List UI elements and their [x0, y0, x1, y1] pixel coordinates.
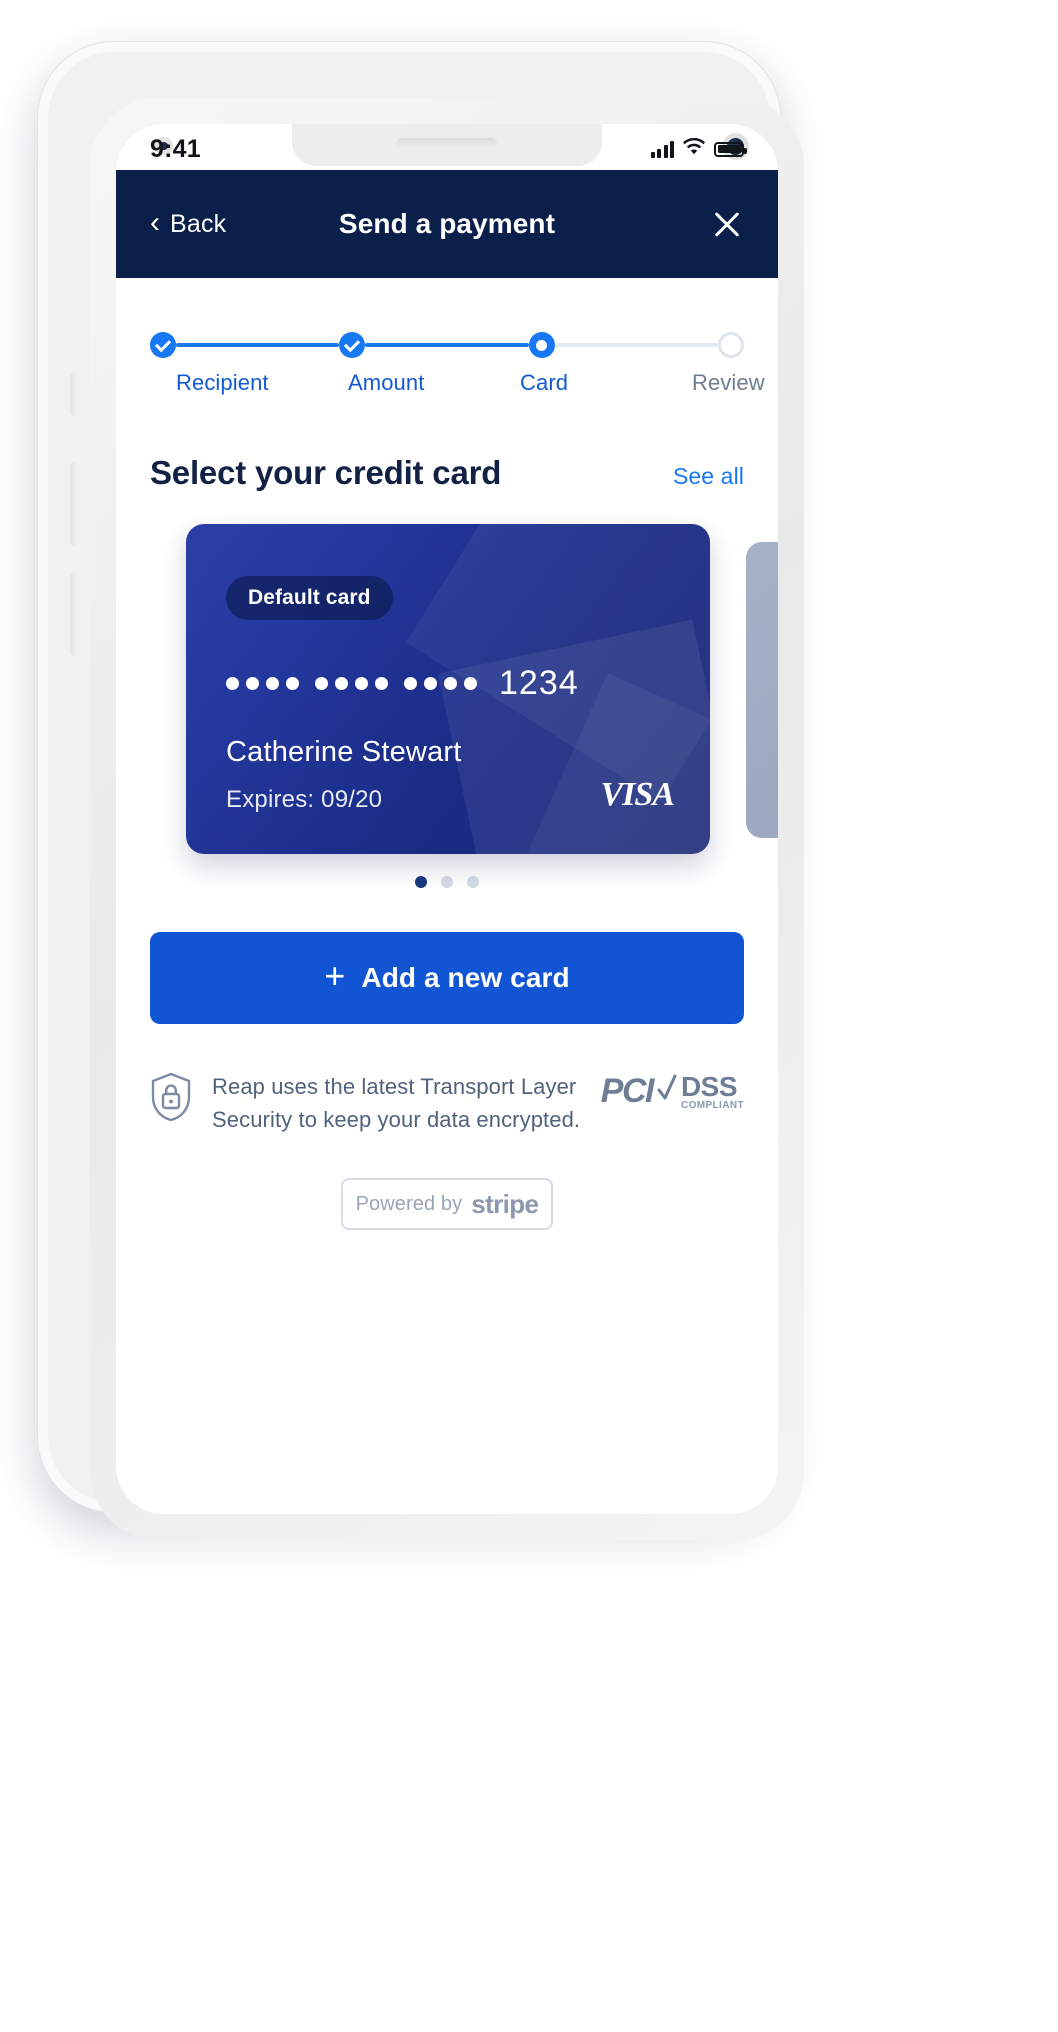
nav-header: ‹ Back Send a payment: [116, 170, 778, 278]
see-all-link[interactable]: See all: [673, 463, 744, 490]
card-expiry: Expires: 09/20: [226, 786, 383, 813]
compliant-label: COMPLIANT: [680, 1100, 744, 1111]
back-button[interactable]: ‹ Back: [150, 206, 227, 239]
phone-frame: 9:41 ‹ Back Send a payment Recipient Amo…: [38, 42, 804, 1540]
back-button-label: Back: [170, 209, 227, 238]
battery-full-icon: [714, 141, 747, 157]
card-number: 1234: [226, 664, 579, 703]
step-node-amount[interactable]: [339, 332, 366, 358]
section-header: Select your credit card See all: [150, 454, 744, 492]
card-last-four: 1234: [499, 664, 579, 702]
card-number-mask-group: [404, 677, 477, 690]
step-label-recipient: Recipient: [176, 370, 269, 395]
wifi-icon: [683, 137, 705, 160]
step-node-recipient[interactable]: [150, 332, 176, 358]
security-text: Reap uses the latest Transport Layer Sec…: [212, 1074, 581, 1132]
powered-by-stripe-badge[interactable]: Powered by stripe: [341, 1178, 553, 1230]
step-connector-3: [554, 343, 718, 347]
mute-switch[interactable]: [70, 372, 78, 416]
step-node-card[interactable]: [528, 332, 555, 358]
dss-label: DSS: [680, 1071, 738, 1102]
cellular-signal-icon: [650, 140, 674, 158]
status-icons: [650, 137, 747, 160]
stepper-track: [150, 332, 744, 358]
pci-check-icon: [657, 1072, 677, 1111]
step-label-amount: Amount: [348, 370, 425, 395]
stepper-labels: Recipient Amount Card Review: [150, 370, 765, 396]
plus-icon: +: [324, 955, 346, 996]
add-new-card-button[interactable]: + Add a new card: [150, 932, 744, 1024]
phone-screen: 9:41 ‹ Back Send a payment Recipient Amo…: [116, 124, 778, 1514]
security-note: Reap uses the latest Transport Layer Sec…: [150, 1070, 744, 1136]
step-label-review: Review: [692, 370, 765, 395]
carousel-pager: [150, 876, 744, 888]
default-card-badge: Default card: [226, 576, 393, 620]
card-number-mask-group: [226, 677, 299, 690]
powered-by-label: Powered by: [355, 1192, 463, 1215]
status-time: 9:41: [150, 134, 201, 163]
pci-dss-compliant-badge: PCI DSS COMPLIANT: [601, 1072, 744, 1111]
pager-dot-3[interactable]: [467, 876, 479, 888]
main-content: Recipient Amount Card Review Select your…: [116, 278, 778, 1514]
section-title: Select your credit card: [150, 454, 502, 491]
card-carousel[interactable]: Default card 1234 Catherine Stewart Expi…: [150, 524, 778, 854]
step-connector-1: [176, 343, 340, 347]
stripe-wordmark: stripe: [471, 1188, 539, 1219]
chevron-left-icon: ‹: [150, 206, 160, 239]
card-number-mask-group: [315, 677, 388, 690]
step-node-review[interactable]: [717, 332, 744, 358]
shield-lock-icon: [150, 1072, 192, 1127]
next-card-preview[interactable]: [746, 542, 778, 838]
credit-card-item[interactable]: Default card 1234 Catherine Stewart Expi…: [186, 524, 710, 854]
card-holder-name: Catherine Stewart: [226, 736, 462, 768]
pager-dot-2[interactable]: [441, 876, 453, 888]
add-new-card-label: Add a new card: [361, 962, 570, 993]
volume-up-button[interactable]: [70, 462, 78, 546]
dss-compliant-group: DSS COMPLIANT: [681, 1073, 744, 1111]
volume-down-button[interactable]: [70, 572, 78, 656]
progress-stepper: Recipient Amount Card Review: [150, 332, 765, 408]
close-icon[interactable]: [710, 207, 744, 241]
step-label-card: Card: [520, 370, 569, 395]
page-title: Send a payment: [338, 208, 556, 239]
pager-dot-1[interactable]: [415, 876, 427, 888]
visa-brand-icon: VISA: [600, 776, 675, 813]
pci-label: PCI: [600, 1072, 655, 1110]
status-bar: 9:41: [116, 124, 778, 170]
step-connector-2: [365, 343, 529, 347]
